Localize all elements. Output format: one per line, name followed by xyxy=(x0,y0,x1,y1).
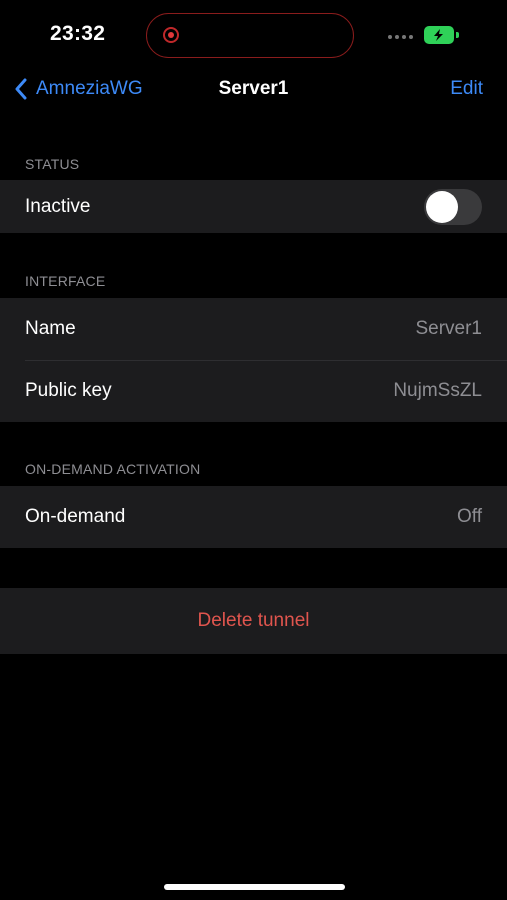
status-group: Inactive xyxy=(0,180,507,233)
status-bar: 23:32 xyxy=(0,0,507,70)
page-title: Server1 xyxy=(218,78,289,99)
home-indicator[interactable] xyxy=(164,884,345,890)
interface-group: Name Server1 Public key NujmSsZL xyxy=(0,298,507,422)
on-demand-value: Off xyxy=(457,506,482,527)
battery-cap xyxy=(456,32,459,38)
edit-button[interactable]: Edit xyxy=(450,78,483,100)
activation-toggle[interactable] xyxy=(424,188,482,225)
delete-group: Delete tunnel xyxy=(0,588,507,654)
toggle-knob xyxy=(426,190,458,223)
interface-section-header: INTERFACE xyxy=(25,273,106,289)
signal-icon xyxy=(388,35,413,39)
status-section-header: STATUS xyxy=(25,156,80,172)
name-value: Server1 xyxy=(415,318,482,339)
public-key-label: Public key xyxy=(25,380,112,401)
name-label: Name xyxy=(25,318,76,339)
recording-icon xyxy=(163,27,179,43)
status-row: Inactive xyxy=(0,180,507,233)
on-demand-row[interactable]: On-demand Off xyxy=(0,486,507,548)
public-key-row[interactable]: Public key NujmSsZL xyxy=(0,360,507,422)
delete-tunnel-button[interactable]: Delete tunnel xyxy=(0,588,507,654)
on-demand-section-header: ON-DEMAND ACTIVATION xyxy=(25,461,201,477)
status-time: 23:32 xyxy=(50,22,106,45)
navigation-bar: AmneziaWG Server1 Edit xyxy=(0,70,507,114)
on-demand-label: On-demand xyxy=(25,506,126,527)
name-row: Name Server1 xyxy=(0,298,507,360)
on-demand-group: On-demand Off xyxy=(0,486,507,548)
battery-icon xyxy=(424,26,454,44)
delete-tunnel-label: Delete tunnel xyxy=(197,610,310,631)
dynamic-island[interactable] xyxy=(146,13,354,58)
public-key-value: NujmSsZL xyxy=(393,380,482,401)
status-label: Inactive xyxy=(25,195,91,217)
